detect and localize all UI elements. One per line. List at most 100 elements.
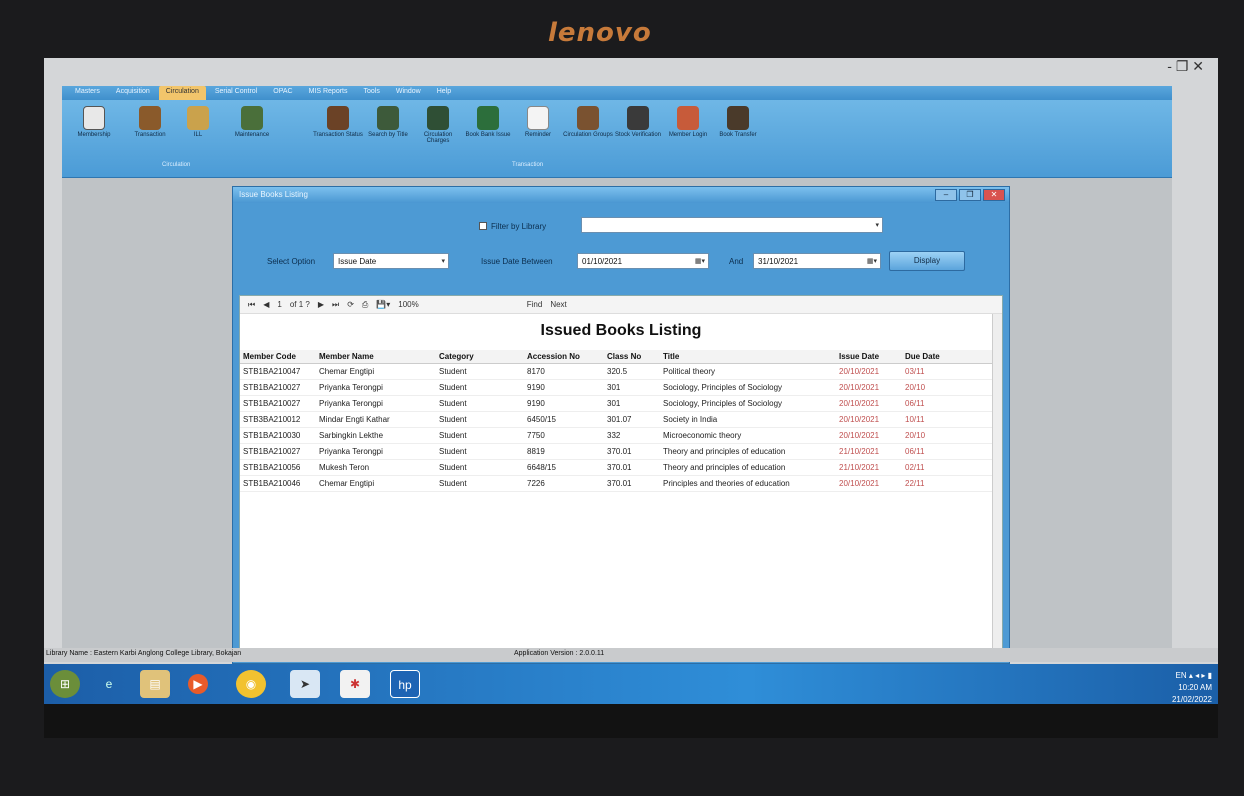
- status-bar: Library Name : Eastern Karbi Anglong Col…: [44, 648, 1218, 662]
- minimize-button[interactable]: –: [935, 189, 957, 201]
- start-icon[interactable]: ⊞: [50, 670, 80, 698]
- table-cell: STB1BA210056: [240, 459, 316, 476]
- col-title[interactable]: Title: [660, 350, 836, 364]
- member-login-button[interactable]: Member Login: [662, 106, 714, 138]
- circulation-charges-button[interactable]: Circulation Charges: [412, 106, 464, 144]
- monitor-brand-logo: lenovo: [548, 18, 652, 48]
- next-page-icon[interactable]: ▶: [318, 300, 324, 309]
- first-page-icon[interactable]: ⏮: [248, 300, 255, 310]
- table-cell: 332: [604, 427, 660, 444]
- library-app-icon[interactable]: ✱: [340, 670, 370, 698]
- issued-books-table: Member Code Member Name Category Accessi…: [240, 350, 1000, 492]
- membership-button[interactable]: Membership: [68, 106, 120, 138]
- chrome-icon[interactable]: ◉: [236, 670, 266, 698]
- stock-icon: [627, 106, 649, 130]
- date-to-picker[interactable]: 31/10/2021 ▦▾: [753, 253, 881, 269]
- tab-serial-control[interactable]: Serial Control: [208, 86, 264, 100]
- col-due-date[interactable]: Due Date: [902, 350, 1000, 364]
- and-label: And: [729, 257, 744, 266]
- refresh-icon[interactable]: ⟳: [347, 300, 354, 309]
- filter-by-library-label: Filter by Library: [491, 222, 547, 231]
- table-cell: 20/10/2021: [836, 395, 902, 412]
- filter-by-library-checkbox[interactable]: [479, 222, 487, 230]
- charges-icon: [427, 106, 449, 130]
- table-cell: 20/10/2021: [836, 427, 902, 444]
- prev-page-icon[interactable]: ◀: [263, 300, 269, 309]
- display-button[interactable]: Display: [889, 251, 965, 271]
- media-icon[interactable]: ▶: [188, 674, 208, 694]
- print-icon[interactable]: ⎙: [362, 300, 368, 310]
- search-by-title-button[interactable]: Search by Title: [362, 106, 414, 138]
- monitor-bezel: lenovo - ❐ ✕ Masters Acquisition Circula…: [0, 0, 1244, 796]
- date-from-picker[interactable]: 01/10/2021 ▦▾: [577, 253, 709, 269]
- issue-books-dialog: Issue Books Listing – ❐ ✕ Filter by Libr…: [232, 186, 1010, 664]
- transaction-status-button[interactable]: Transaction Status: [312, 106, 364, 138]
- search-book-icon: [377, 106, 399, 130]
- tab-mis-reports[interactable]: MIS Reports: [302, 86, 355, 100]
- tab-masters[interactable]: Masters: [68, 86, 107, 100]
- table-cell: Student: [436, 395, 524, 412]
- table-row: STB1BA210027 Priyanka Terongpi Student 9190…: [240, 395, 1000, 412]
- library-select[interactable]: ▾: [581, 217, 883, 233]
- ill-button[interactable]: ILL: [180, 106, 216, 138]
- calendar-icon: ▦▾: [694, 258, 705, 265]
- book-bank-issue-button[interactable]: Book Bank Issue: [462, 106, 514, 138]
- circulation-groups-button[interactable]: Circulation Groups: [562, 106, 614, 138]
- app-window-controls[interactable]: - ❐ ✕: [1167, 58, 1204, 75]
- table-cell: 301.07: [604, 411, 660, 428]
- ribbon-toolbar: Membership Transaction ILL Maintenance T…: [62, 100, 1172, 178]
- find-button[interactable]: Find: [527, 300, 543, 309]
- tab-help[interactable]: Help: [430, 86, 458, 100]
- transaction-button[interactable]: Transaction: [124, 106, 176, 138]
- table-cell: 20/10/2021: [836, 475, 902, 492]
- table-cell: Student: [436, 411, 524, 428]
- clock-time[interactable]: 10:20 AM: [1172, 682, 1212, 694]
- table-cell: Student: [436, 459, 524, 476]
- explorer-icon[interactable]: ▤: [140, 670, 170, 698]
- table-cell: Chemar Engtipi: [316, 475, 436, 492]
- next-button[interactable]: Next: [550, 300, 566, 309]
- zoom-select[interactable]: 100%: [398, 300, 418, 309]
- table-cell: 20/10: [902, 427, 1000, 444]
- close-button[interactable]: ✕: [983, 189, 1005, 201]
- table-header-row: Member Code Member Name Category Accessi…: [240, 350, 1000, 364]
- tab-circulation[interactable]: Circulation: [158, 86, 206, 100]
- table-cell: 20/10/2021: [836, 411, 902, 428]
- language-indicator[interactable]: EN: [1176, 671, 1187, 680]
- table-cell: Priyanka Terongpi: [316, 443, 436, 460]
- col-member-name[interactable]: Member Name: [316, 350, 436, 364]
- tab-acquisition[interactable]: Acquisition: [109, 86, 157, 100]
- maximize-button[interactable]: ❐: [959, 189, 981, 201]
- table-cell: Mukesh Teron: [316, 459, 436, 476]
- maintenance-button[interactable]: Maintenance: [226, 106, 278, 138]
- table-cell: Student: [436, 379, 524, 396]
- table-cell: 02/11: [902, 459, 1000, 476]
- col-class-no[interactable]: Class No: [604, 350, 660, 364]
- select-option-dropdown[interactable]: Issue Date ▾: [333, 253, 449, 269]
- app-icon[interactable]: ➤: [290, 670, 320, 698]
- stock-verification-button[interactable]: Stock Verification: [612, 106, 664, 138]
- library-name: Library Name : Eastern Karbi Anglong Col…: [46, 650, 242, 657]
- tab-tools[interactable]: Tools: [357, 86, 387, 100]
- page-number-field[interactable]: 1: [277, 300, 281, 309]
- group-label-circulation: Circulation: [162, 162, 191, 168]
- tab-opac[interactable]: OPAC: [266, 86, 299, 100]
- ie-icon[interactable]: e: [94, 670, 124, 698]
- table-cell: Society in India: [660, 411, 836, 428]
- report-scrollbar[interactable]: [992, 314, 1002, 656]
- table-cell: Mindar Engti Kathar: [316, 411, 436, 428]
- table-cell: STB1BA210046: [240, 475, 316, 492]
- tab-window[interactable]: Window: [389, 86, 428, 100]
- reminder-button[interactable]: Reminder: [512, 106, 564, 138]
- col-issue-date[interactable]: Issue Date: [836, 350, 902, 364]
- col-member-code[interactable]: Member Code: [240, 350, 316, 364]
- hp-icon[interactable]: hp: [390, 670, 420, 698]
- book-transfer-button[interactable]: Book Transfer: [712, 106, 764, 138]
- col-category[interactable]: Category: [436, 350, 524, 364]
- save-icon[interactable]: 💾▾: [376, 300, 390, 309]
- select-option-label: Select Option: [267, 257, 316, 266]
- issue-date-between-label: Issue Date Between: [481, 257, 553, 266]
- table-row: STB1BA210046 Chemar Engtipi Student 7226 370…: [240, 475, 1000, 492]
- col-accession-no[interactable]: Accession No: [524, 350, 604, 364]
- last-page-icon[interactable]: ⏭: [332, 300, 339, 310]
